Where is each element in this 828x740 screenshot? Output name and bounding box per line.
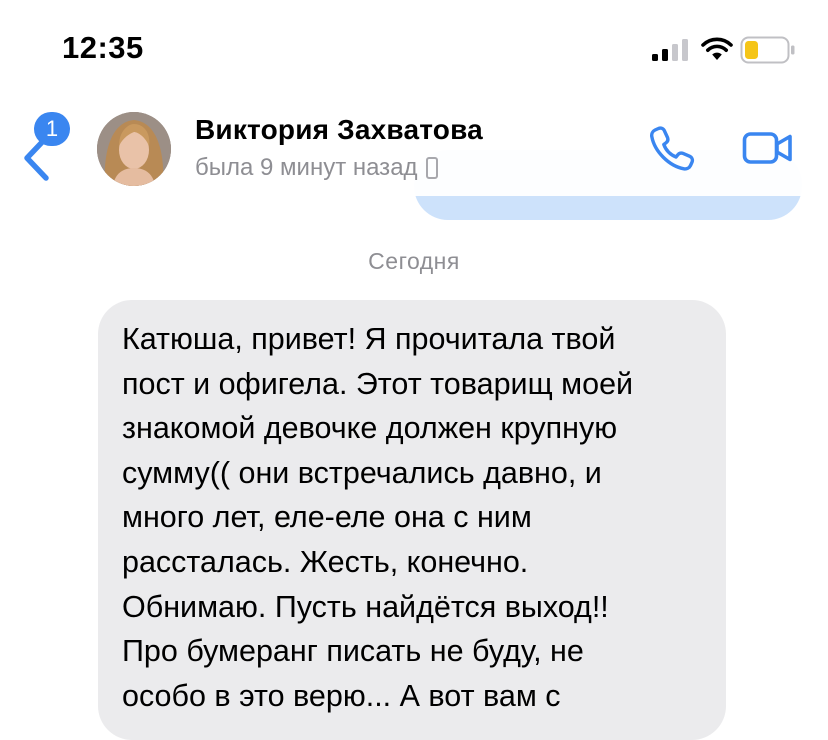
video-call-button[interactable] xyxy=(742,128,794,168)
contact-name[interactable]: Виктория Захватова xyxy=(195,114,483,146)
battery-low-icon xyxy=(740,36,795,64)
phone-icon xyxy=(649,126,695,171)
avatar-photo xyxy=(97,112,171,186)
date-separator: Сегодня xyxy=(368,248,460,274)
contact-status: была 9 минут назад xyxy=(195,154,438,182)
status-bar: 12:35 xyxy=(0,0,828,100)
wifi-icon xyxy=(701,37,733,60)
status-time: 12:35 xyxy=(62,30,144,65)
video-camera-icon xyxy=(742,132,792,164)
unread-badge: 1 xyxy=(34,112,70,146)
last-seen-text: была 9 минут назад xyxy=(195,154,418,181)
incoming-message-text: Катюша, привет! Я прочитала твой пост и … xyxy=(122,322,634,713)
mobile-device-icon xyxy=(425,157,438,179)
call-button[interactable] xyxy=(648,124,696,172)
avatar[interactable] xyxy=(97,112,171,186)
cellular-signal-icon xyxy=(652,39,688,61)
